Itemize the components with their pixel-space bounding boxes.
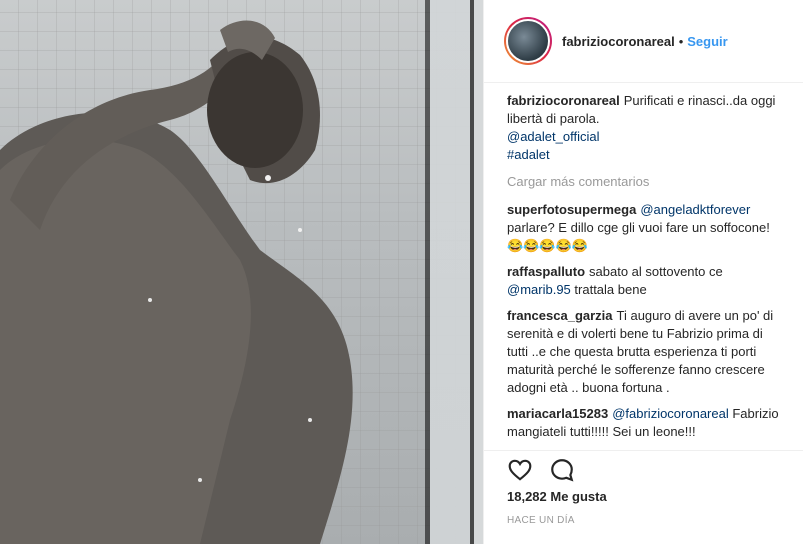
caption-hashtag[interactable]: #adalet bbox=[507, 146, 784, 164]
post-timestamp: HACE UN DÍA bbox=[507, 515, 575, 526]
post-sidebar: fabriziocoronareal • Seguir fabriziocoro… bbox=[483, 0, 803, 544]
comment-username[interactable]: raffaspalluto bbox=[507, 264, 585, 279]
comment-mention[interactable]: @fabriziocoronareal bbox=[612, 406, 729, 421]
caption-mention[interactable]: @adalet_official bbox=[507, 128, 784, 146]
post-photo[interactable] bbox=[0, 0, 483, 544]
comments-list[interactable]: fabriziocoronareal Purificati e rinasci..… bbox=[484, 84, 803, 449]
comment-text: trattala bene bbox=[574, 282, 647, 297]
comment-text: parlare? E dillo cge gli vuoi fare un so… bbox=[507, 220, 770, 253]
list-item: francesca_garzia Ti auguro di avere un po… bbox=[507, 307, 784, 397]
header-separator: • bbox=[678, 33, 684, 49]
photo-figure bbox=[0, 0, 483, 544]
follow-button[interactable]: Seguir bbox=[687, 34, 727, 49]
list-item: superfotosupermega @angeladktforever parl… bbox=[507, 201, 784, 255]
post-caption: fabriziocoronareal Purificati e rinasci..… bbox=[507, 92, 784, 164]
comment-mention[interactable]: @marib.95 bbox=[507, 282, 571, 297]
avatar[interactable] bbox=[504, 17, 552, 65]
caption-username[interactable]: fabriziocoronareal bbox=[507, 93, 620, 108]
post-header: fabriziocoronareal • Seguir bbox=[484, 0, 803, 83]
comment-username[interactable]: mariacarla15283 bbox=[507, 406, 608, 421]
list-item: raffaspalluto sabato al sottovento ce @ma… bbox=[507, 263, 784, 299]
comment-username[interactable]: francesca_garzia bbox=[507, 308, 613, 323]
comment-icon[interactable] bbox=[549, 457, 575, 483]
comment-username[interactable]: superfotosupermega bbox=[507, 202, 636, 217]
load-more-comments-button[interactable]: Cargar más comentarios bbox=[507, 174, 784, 189]
post-actions bbox=[484, 450, 803, 484]
header-username[interactable]: fabriziocoronareal bbox=[562, 34, 675, 49]
comment-text-before: sabato al sottovento ce bbox=[589, 264, 723, 279]
list-item: mariacarla15283 @fabriziocoronareal Fabri… bbox=[507, 405, 784, 441]
likes-count[interactable]: 18,282 Me gusta bbox=[507, 489, 607, 504]
heart-icon[interactable] bbox=[507, 457, 533, 483]
comment-mention[interactable]: @angeladktforever bbox=[640, 202, 750, 217]
